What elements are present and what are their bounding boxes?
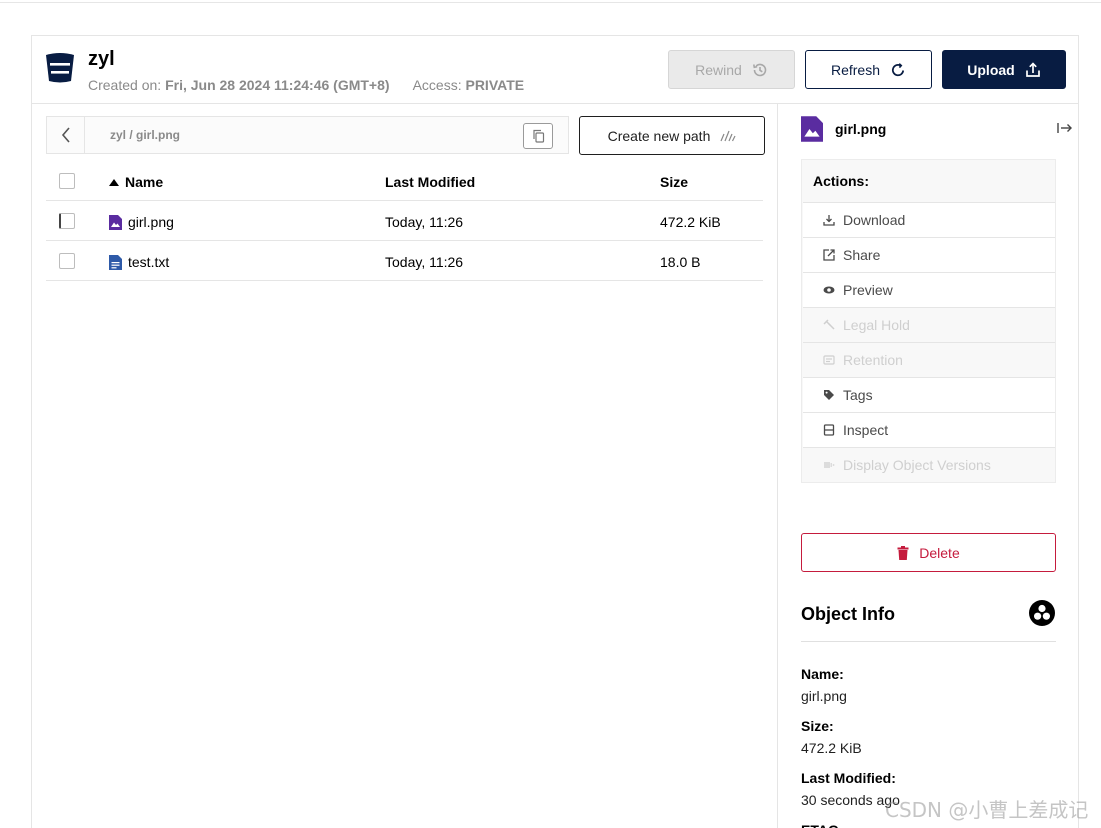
file-size: 18.0 B bbox=[660, 254, 701, 270]
legal-hold-action[interactable]: Legal Hold bbox=[803, 307, 1055, 342]
inspect-action[interactable]: Inspect bbox=[803, 412, 1055, 447]
sort-ascending-icon bbox=[109, 178, 119, 186]
name-column-header[interactable]: Name bbox=[109, 174, 163, 190]
create-new-path-label: Create new path bbox=[607, 127, 711, 144]
refresh-label: Refresh bbox=[830, 61, 881, 78]
inspect-icon bbox=[823, 424, 835, 436]
file-name: girl.png bbox=[128, 214, 174, 230]
select-all-checkbox[interactable] bbox=[59, 173, 75, 189]
access-value: PRIVATE bbox=[465, 77, 525, 93]
last-modified-column-header[interactable]: Last Modified bbox=[385, 174, 475, 190]
new-path-icon bbox=[720, 130, 736, 141]
tag-icon bbox=[824, 390, 834, 400]
path-bar: zyl / girl.png bbox=[46, 116, 569, 154]
delete-label: Delete bbox=[919, 544, 960, 561]
top-divider bbox=[0, 2, 1101, 3]
text-file-icon bbox=[109, 254, 122, 270]
create-new-path-button[interactable]: Create new path bbox=[579, 116, 765, 155]
object-name: girl.png bbox=[835, 121, 887, 137]
trash-icon bbox=[897, 545, 909, 560]
file-name-cell[interactable]: girl.png bbox=[109, 214, 174, 230]
rewind-button[interactable]: Rewind bbox=[668, 50, 795, 89]
bucket-browser-panel: zyl Created on: Fri, Jun 28 2024 11:24:4… bbox=[31, 35, 1079, 828]
history-icon bbox=[752, 63, 767, 76]
retention-icon bbox=[823, 355, 835, 365]
action-label: Legal Hold bbox=[843, 317, 910, 333]
action-label: Download bbox=[843, 212, 906, 228]
created-label: Created on: bbox=[88, 77, 162, 93]
collapse-panel-icon[interactable] bbox=[1056, 120, 1074, 136]
refresh-icon bbox=[891, 62, 905, 76]
action-label: Inspect bbox=[843, 422, 889, 438]
chevron-left-icon bbox=[61, 127, 70, 143]
action-label: Tags bbox=[843, 387, 873, 403]
info-name: Name: girl.png bbox=[801, 666, 847, 704]
file-modified: Today, 11:26 bbox=[385, 254, 464, 270]
info-value: 472.2 KiB bbox=[801, 740, 862, 756]
row-checkbox[interactable] bbox=[59, 253, 75, 269]
image-file-icon bbox=[801, 116, 823, 142]
breadcrumb: zyl / girl.png bbox=[110, 128, 181, 142]
access-label: Access: bbox=[412, 77, 462, 93]
info-key: Size: bbox=[801, 718, 834, 734]
file-name: test.txt bbox=[128, 254, 170, 270]
versions-icon bbox=[824, 462, 835, 468]
file-modified: Today, 11:26 bbox=[385, 214, 464, 230]
refresh-button[interactable]: Refresh bbox=[805, 50, 932, 89]
created-value: Fri, Jun 28 2024 11:24:46 (GMT+8) bbox=[165, 77, 390, 93]
delete-button[interactable]: Delete bbox=[801, 533, 1056, 572]
tags-action[interactable]: Tags bbox=[803, 377, 1055, 412]
retention-action[interactable]: Retention bbox=[803, 342, 1055, 377]
upload-button[interactable]: Upload bbox=[942, 50, 1066, 89]
row-checkbox[interactable] bbox=[59, 213, 75, 229]
upload-icon bbox=[1025, 61, 1040, 77]
watermark: CSDN @小曹上差成记 bbox=[885, 798, 1089, 822]
copy-path-button[interactable] bbox=[523, 123, 553, 149]
bucket-icon bbox=[46, 53, 74, 83]
back-button[interactable] bbox=[47, 117, 85, 153]
display-object-versions-action[interactable]: Display Object Versions bbox=[803, 447, 1055, 482]
preview-action[interactable]: Preview bbox=[803, 272, 1055, 307]
info-size: Size: 472.2 KiB bbox=[801, 718, 862, 756]
actions-title: Actions: bbox=[813, 173, 869, 189]
info-divider bbox=[801, 641, 1056, 642]
table-header-row: Name Last Modified Size bbox=[46, 161, 763, 201]
share-icon bbox=[823, 249, 835, 261]
object-header: girl.png bbox=[801, 116, 886, 142]
download-icon bbox=[823, 215, 835, 226]
action-label: Retention bbox=[843, 352, 903, 368]
info-key: Last Modified: bbox=[801, 770, 896, 786]
actions-menu: Actions: Download Share Preview Legal Ho… bbox=[801, 159, 1056, 483]
file-list-area: zyl / girl.png Create new path Name Last… bbox=[32, 104, 778, 828]
table-row[interactable]: test.txt Today, 11:26 18.0 B bbox=[46, 241, 763, 281]
object-info-title: Object Info bbox=[801, 604, 895, 624]
object-details-panel: girl.png Actions: Download Share Preview… bbox=[779, 104, 1078, 828]
bucket-meta: Created on: Fri, Jun 28 2024 11:24:46 (G… bbox=[88, 77, 524, 93]
file-size: 472.2 KiB bbox=[660, 214, 721, 230]
info-value: girl.png bbox=[801, 688, 847, 704]
eye-icon bbox=[823, 286, 835, 294]
share-action[interactable]: Share bbox=[803, 237, 1055, 272]
bucket-name: zyl bbox=[88, 48, 115, 70]
copy-icon bbox=[532, 129, 544, 143]
info-key: Name: bbox=[801, 666, 844, 682]
rewind-label: Rewind bbox=[695, 61, 742, 78]
download-action[interactable]: Download bbox=[803, 202, 1055, 237]
size-column-header[interactable]: Size bbox=[660, 174, 688, 190]
file-table: Name Last Modified Size girl.png Today, … bbox=[46, 161, 763, 281]
file-name-cell[interactable]: test.txt bbox=[109, 254, 169, 270]
action-label: Preview bbox=[843, 282, 893, 298]
table-row[interactable]: girl.png Today, 11:26 472.2 KiB bbox=[46, 201, 763, 241]
action-label: Display Object Versions bbox=[843, 457, 991, 473]
action-label: Share bbox=[843, 247, 881, 263]
bucket-header: zyl Created on: Fri, Jun 28 2024 11:24:4… bbox=[32, 36, 1078, 104]
gavel-icon bbox=[823, 319, 835, 330]
metadata-icon[interactable] bbox=[1029, 600, 1055, 626]
image-file-icon bbox=[109, 214, 122, 230]
upload-label: Upload bbox=[967, 61, 1015, 78]
name-header-label: Name bbox=[125, 174, 164, 190]
